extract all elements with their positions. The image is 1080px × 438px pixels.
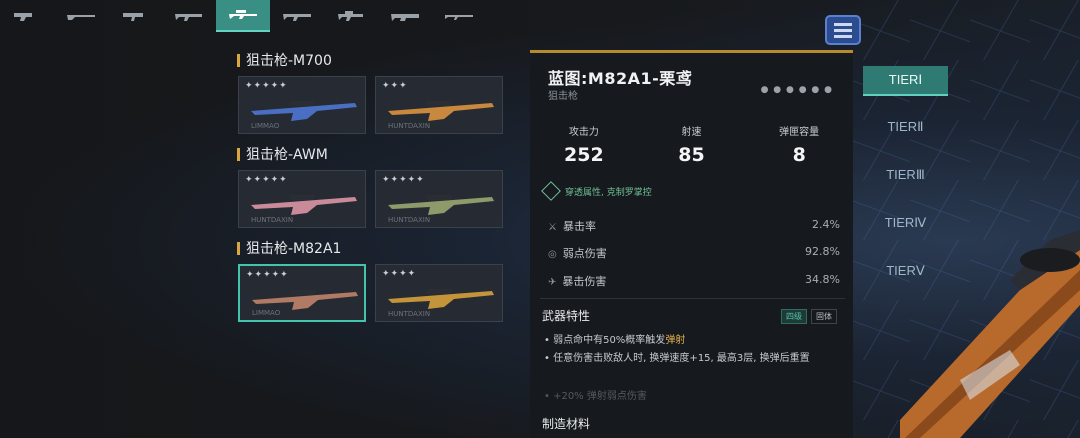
card-maker: LIMMAO	[251, 122, 280, 130]
weapon-skin-card[interactable]: ✦✦✦ HUNTDAXIN	[375, 76, 503, 134]
group-accent	[237, 147, 240, 161]
card-maker: HUNTDAXIN	[388, 122, 431, 130]
row-label: 弱点伤害	[562, 247, 607, 260]
trait-1-highlight: 弹射	[665, 335, 686, 346]
dmr-icon	[445, 15, 473, 20]
tier-1-tab[interactable]: TIERⅠ	[863, 66, 948, 96]
assault-rifle-icon	[175, 14, 202, 21]
row-value: 34.8%	[805, 273, 840, 286]
stat-label: 射速	[681, 127, 702, 138]
stat-label: 弹匣容量	[779, 127, 820, 138]
trait-tags: 四级 固体	[781, 309, 837, 324]
card-maker: HUNTDAXIN	[388, 216, 431, 224]
shotgun-icon	[67, 15, 95, 20]
sniper-rifle-icon	[251, 195, 357, 215]
card-maker: HUNTDAXIN	[388, 310, 431, 318]
stat-fire-rate: 射速 85	[638, 123, 746, 183]
stat-label: 攻击力	[568, 127, 599, 138]
group-title-text: 狙击枪-M82A1	[246, 241, 342, 257]
row-value: 92.8%	[805, 245, 840, 258]
stat-row-weakpoint: ◎ 弱点伤害 92.8%	[548, 245, 840, 261]
crafting-materials-title: 制造材料	[542, 417, 591, 431]
weapon-tab-carbine[interactable]	[324, 0, 378, 32]
tier-3-tab[interactable]: TIERⅢ	[863, 160, 948, 190]
weapon-tab-dmr[interactable]	[432, 0, 486, 32]
row-label: 暴击率	[562, 220, 596, 233]
trait-2-text: 任意伤害击败敌人时, 换弹速度+15, 最高3层, 换弹后重置	[553, 353, 810, 364]
weapon-group-title: 狙击枪-M700	[237, 50, 332, 70]
sniper-rifle-icon	[388, 195, 494, 215]
card-stars: ✦✦✦	[382, 81, 408, 91]
weapon-tab-pistol[interactable]	[0, 0, 54, 32]
weapon-tab-shotgun[interactable]	[54, 0, 108, 32]
stat-row-crit-rate: ⚔ 暴击率 2.4%	[548, 218, 840, 234]
card-maker: LIMMAO	[252, 309, 281, 317]
group-title-text: 狙击枪-AWM	[246, 147, 328, 163]
group-accent	[237, 241, 240, 255]
card-stars: ✦✦✦✦✦	[245, 81, 288, 91]
weapon-type: 狙击枪	[548, 91, 578, 102]
sniper-rifle-icon	[388, 289, 494, 309]
stat-value: 85	[678, 144, 705, 166]
weapon-skin-card[interactable]: ✦✦✦✦✦ HUNTDAXIN	[375, 170, 503, 228]
stats-row: 攻击力 252 射速 85 弹匣容量 8	[530, 123, 853, 183]
trait-2: • 任意伤害击败敌人时, 换弹速度+15, 最高3层, 换弹后重置	[544, 353, 810, 364]
stat-value: 8	[792, 144, 806, 166]
card-stars: ✦✦✦✦✦	[382, 175, 425, 185]
divider	[540, 298, 845, 299]
trait-1-text: 弱点命中有50%概率触发	[553, 335, 666, 346]
row-label: 暴击伤害	[562, 275, 607, 288]
weapon-category-bar	[0, 0, 560, 32]
tag-level: 四级	[781, 309, 807, 324]
trait-1: • 弱点命中有50%概率触发弹射	[544, 335, 686, 346]
rifle-icon	[283, 14, 311, 21]
stat-magazine: 弹匣容量 8	[745, 123, 853, 183]
sniper-rifle-icon	[388, 101, 494, 121]
trait-3-text: +20% 弹射弱点伤害	[553, 391, 647, 402]
faction-badge-icon	[825, 15, 861, 45]
weakpoint-icon: ◎	[548, 249, 557, 260]
group-accent	[237, 53, 240, 67]
crit-rate-icon: ⚔	[548, 222, 557, 233]
trait-3: • +20% 弹射弱点伤害	[544, 391, 647, 402]
weapon-tab-lmg[interactable]	[378, 0, 432, 32]
weapon-skin-card[interactable]: ✦✦✦✦ HUNTDAXIN	[375, 264, 503, 322]
rarity-dots: ● ● ● ● ● ●	[760, 85, 833, 95]
carbine-icon	[338, 11, 363, 21]
card-stars: ✦✦✦✦	[382, 269, 417, 279]
weapon-title: 蓝图:M82A1-栗鸢	[548, 69, 693, 88]
tier-2-tab[interactable]: TIERⅡ	[863, 112, 948, 142]
penetration-text: 穿透属性, 克制罗掌控	[565, 187, 652, 198]
group-title-text: 狙击枪-M700	[246, 53, 332, 69]
card-stars: ✦✦✦✦✦	[245, 175, 288, 185]
weapon-tab-smg[interactable]	[108, 0, 162, 32]
penetration-icon	[541, 181, 561, 201]
weapon-detail-panel: 蓝图:M82A1-栗鸢 狙击枪 ● ● ● ● ● ● 攻击力 252 射速 8…	[530, 50, 853, 438]
card-stars: ✦✦✦✦✦	[246, 270, 289, 280]
lmg-icon	[391, 14, 419, 21]
sniper-rifle-icon	[251, 101, 357, 121]
traits-title: 武器特性	[542, 309, 591, 323]
sniper-rifle-icon	[229, 10, 257, 19]
crit-damage-icon: ✈	[548, 277, 557, 288]
weapon-tab-assault-rifle[interactable]	[162, 0, 216, 32]
tag-solid: 固体	[811, 309, 837, 324]
penetration-attribute: 穿透属性, 克制罗掌控	[541, 181, 652, 201]
smg-icon	[123, 13, 143, 21]
weapon-skin-card[interactable]: ✦✦✦✦✦ LIMMAO	[238, 76, 366, 134]
pistol-icon	[14, 13, 32, 21]
rifle-preview-icon	[900, 230, 1080, 438]
weapon-skin-card[interactable]: ✦✦✦✦✦ LIMMAO	[238, 264, 366, 322]
weapon-tab-sniper-rifle[interactable]	[216, 0, 270, 32]
weapon-group-title: 狙击枪-M82A1	[237, 238, 341, 258]
stat-attack: 攻击力 252	[530, 123, 638, 183]
stat-row-crit-damage: ✈ 暴击伤害 34.8%	[548, 273, 840, 289]
stat-value: 252	[564, 144, 604, 166]
weapon-skin-card[interactable]: ✦✦✦✦✦ HUNTDAXIN	[238, 170, 366, 228]
weapon-group-title: 狙击枪-AWM	[237, 144, 328, 164]
row-value: 2.4%	[812, 218, 840, 231]
card-maker: HUNTDAXIN	[251, 216, 294, 224]
weapon-tab-rifle[interactable]	[270, 0, 324, 32]
